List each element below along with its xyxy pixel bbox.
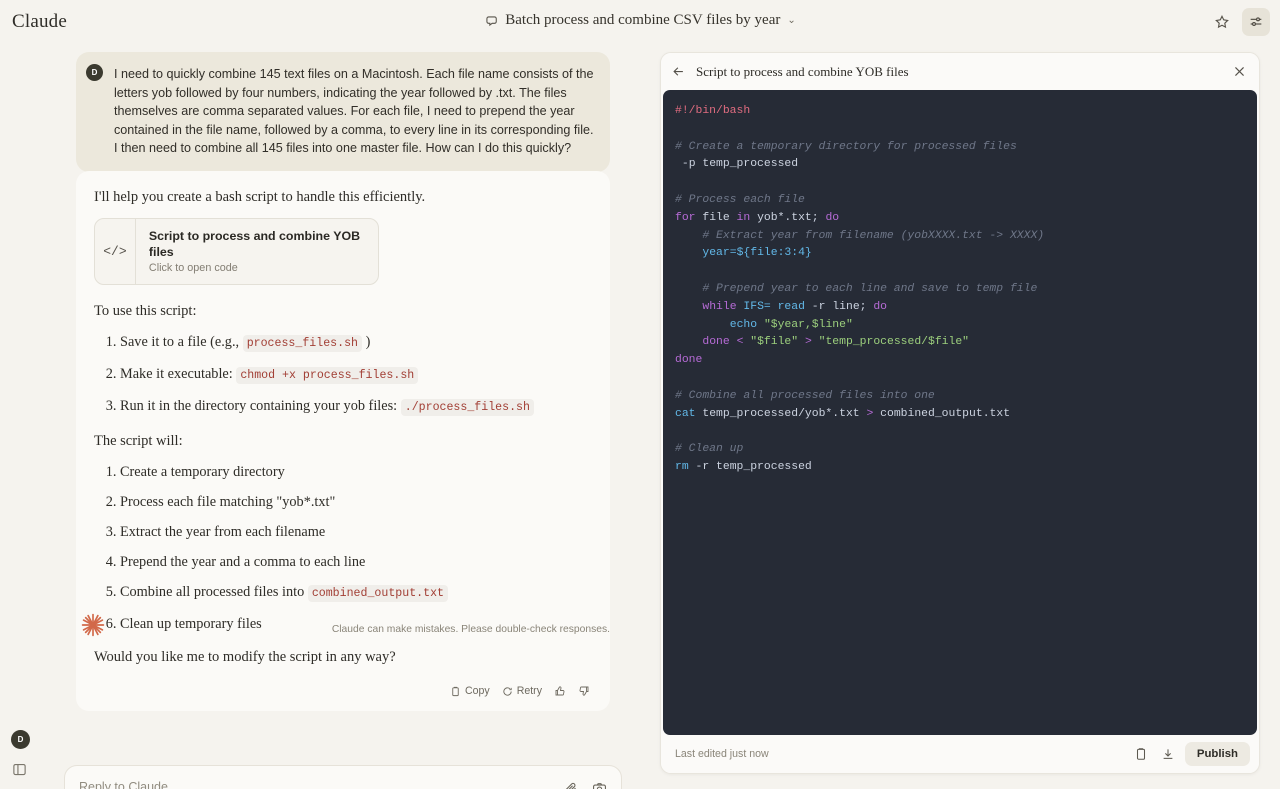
list-item: Run it in the directory containing your … [120, 396, 592, 418]
artifact-footer-actions [1134, 747, 1175, 761]
inline-code: combined_output.txt [307, 585, 449, 602]
retry-label: Retry [516, 685, 542, 697]
app-root: Claude Batch process and combine CSV fil… [0, 0, 1280, 789]
top-bar-actions [1208, 8, 1270, 36]
artifact-panel-title: Script to process and combine YOB files [696, 63, 909, 79]
inline-code: process_files.sh [242, 335, 363, 352]
message-actions: Copy Retry [94, 681, 592, 703]
message-composer[interactable]: Reply to Claude... Claude 3.5 Sonnet (Ne… [64, 765, 622, 789]
close-icon[interactable] [1232, 64, 1247, 79]
list-item: Process each file matching "yob*.txt" [120, 492, 592, 512]
usage-steps-list: Save it to a file (e.g., process_files.s… [120, 332, 592, 418]
composer-actions [563, 781, 607, 789]
top-bar: Claude Batch process and combine CSV fil… [0, 0, 1280, 46]
camera-icon[interactable] [592, 781, 607, 789]
list-item: Combine all processed files into combine… [120, 582, 592, 604]
sliders-icon[interactable] [1242, 8, 1270, 36]
list-item: Make it executable: chmod +x process_fil… [120, 364, 592, 386]
sidebar-toggle-icon[interactable] [12, 762, 27, 777]
artifact-preview-card[interactable]: </> Script to process and combine YOB fi… [94, 218, 379, 285]
thumbs-down-icon[interactable] [578, 685, 590, 697]
star-icon[interactable] [1208, 8, 1236, 36]
list-item: Create a temporary directory [120, 462, 592, 482]
assistant-intro-text: I'll help you create a bash script to ha… [94, 189, 426, 205]
artifact-preview-subtitle: Click to open code [148, 262, 238, 274]
artifact-panel-header: Script to process and combine YOB files [661, 53, 1259, 90]
avatar: D [86, 64, 103, 81]
artifact-panel: Script to process and combine YOB files … [660, 52, 1260, 774]
arrow-left-icon[interactable] [671, 64, 686, 79]
conversation-title-menu[interactable]: Batch process and combine CSV files by y… [0, 12, 1280, 29]
closing-question: Would you like me to modify the script i… [94, 649, 396, 665]
code-viewer[interactable]: #!/bin/bash # Create a temporary directo… [663, 90, 1257, 735]
list-item: Save it to a file (e.g., process_files.s… [120, 332, 592, 354]
chat-column: D I need to quickly combine 145 text fil… [0, 46, 640, 789]
user-account-avatar[interactable]: D [11, 730, 30, 749]
last-edited-status: Last edited just now [675, 748, 769, 760]
reply-input[interactable]: Reply to Claude... [79, 780, 605, 789]
retry-button[interactable]: Retry [502, 685, 542, 697]
copy-label: Copy [464, 685, 490, 697]
artifact-preview-title: Script to process and combine YOB files [148, 229, 361, 259]
list-item: Extract the year from each filename [120, 522, 592, 542]
publish-button[interactable]: Publish [1184, 742, 1250, 766]
download-icon[interactable] [1161, 747, 1175, 761]
disclaimer-text: Claude can make mistakes. Please double-… [331, 624, 610, 635]
clipboard-icon [450, 686, 461, 697]
inline-code: ./process_files.sh [400, 399, 534, 416]
copy-button[interactable]: Copy [450, 685, 490, 697]
refresh-icon [502, 686, 513, 697]
script-steps-list: Create a temporary directory Process each… [120, 462, 592, 634]
user-message: D I need to quickly combine 145 text fil… [76, 52, 610, 172]
claude-logo-icon [80, 612, 106, 638]
user-message-text: I need to quickly combine 145 text files… [114, 67, 594, 156]
artifact-preview-body: Script to process and combine YOB files … [136, 219, 378, 284]
conversation-title-text: Batch process and combine CSV files by y… [505, 12, 781, 28]
paperclip-icon[interactable] [563, 781, 578, 789]
chevron-down-icon: ⌄ [787, 15, 796, 26]
code-content: #!/bin/bash # Create a temporary directo… [675, 105, 1045, 473]
code-brackets-icon: </> [95, 219, 136, 284]
clipboard-icon[interactable] [1134, 747, 1148, 761]
left-rail: D [0, 46, 40, 789]
thumbs-up-icon[interactable] [554, 685, 566, 697]
usage-heading: To use this script: [94, 303, 197, 319]
chat-bubble-icon [484, 14, 498, 28]
artifact-panel-footer: Last edited just now Publish [661, 735, 1259, 773]
list-item: Prepend the year and a comma to each lin… [120, 552, 592, 572]
inline-code: chmod +x process_files.sh [236, 367, 419, 384]
script-heading: The script will: [94, 433, 183, 449]
